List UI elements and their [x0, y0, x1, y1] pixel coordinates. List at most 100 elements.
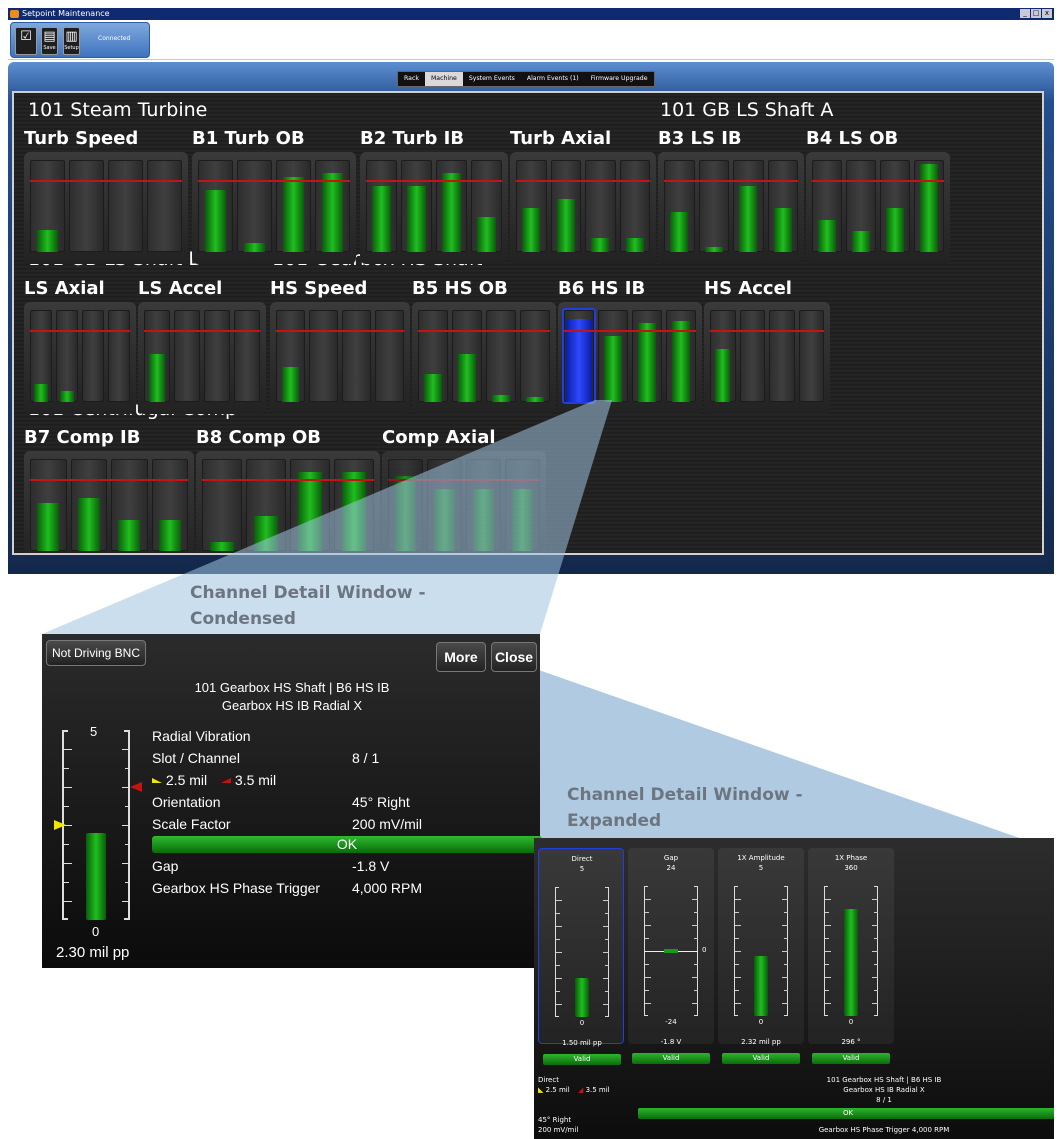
gauge-fill — [664, 949, 678, 953]
gauge-label: Direct — [571, 855, 593, 863]
gauge-scale-bottom: 0 — [758, 1018, 764, 1026]
gauge-fill — [86, 832, 106, 920]
gauge-tick — [556, 913, 560, 914]
expanded-annotation: Channel Detail Window - Expanded — [567, 785, 803, 831]
footer-scale: 200 mV/mil — [538, 1126, 579, 1134]
gauge-tick — [645, 899, 651, 900]
gauge-tick — [122, 787, 130, 788]
gauge-value: -1.8 V — [660, 1038, 682, 1046]
more-button[interactable]: More — [436, 642, 486, 672]
gauge-tick — [556, 991, 560, 992]
gauge-tick — [825, 964, 829, 965]
gauge-scale-top: 5 — [758, 864, 764, 872]
gauge-tick — [64, 844, 69, 845]
gauge-value: 296 ° — [841, 1038, 861, 1046]
expanded-gauge-panel[interactable]: 1X Phase 360 0 296 ° Valid — [808, 848, 894, 1064]
bnc-button[interactable]: Not Driving BNC — [46, 640, 146, 666]
gauge-tick — [556, 926, 562, 927]
gauge-status: Valid — [722, 1053, 800, 1064]
gauge-tick — [735, 912, 739, 913]
gauge-status: Valid — [632, 1053, 710, 1064]
gauge-tick — [825, 990, 829, 991]
gauge-tick — [735, 964, 739, 965]
scale-bottom-label: 0 — [92, 924, 100, 939]
expanded-gauge — [808, 886, 894, 1016]
gauge-tick — [122, 863, 130, 864]
scale-factor-value: 200 mV/mil — [352, 816, 423, 832]
expanded-gauge — [718, 886, 804, 1016]
gauge-tick — [825, 912, 829, 913]
gauge-tick — [784, 964, 788, 965]
scale-factor-label: Scale Factor — [152, 816, 231, 832]
gauge-value: 1.50 mil pp — [562, 1039, 602, 1047]
gauge-tick — [872, 925, 878, 926]
gauge-tick — [872, 951, 878, 952]
gauge-scale-top: 24 — [666, 864, 676, 872]
footer-measure: Direct — [538, 1076, 559, 1084]
gauge-tick — [64, 787, 72, 788]
gauge-label: 1X Amplitude — [737, 854, 785, 862]
gauge-tick — [603, 900, 609, 901]
danger-flag-icon — [221, 778, 232, 783]
slot-label: Slot / Channel — [152, 750, 240, 766]
gauge-tick — [872, 977, 878, 978]
gauge-tick — [782, 1003, 788, 1004]
expanded-gauge: 0 — [628, 886, 714, 1016]
gauge-tick — [694, 990, 698, 991]
alert-flag-icon — [152, 778, 162, 783]
gauge-tick — [64, 863, 72, 864]
gauge-tick — [125, 844, 130, 845]
gauge-tick — [603, 978, 609, 979]
gauge-tick — [645, 964, 649, 965]
gauge-tick — [782, 925, 788, 926]
footer-slot: 8 / 1 — [876, 1096, 892, 1104]
gauge-tick — [694, 912, 698, 913]
orientation-value: 45° Right — [352, 794, 410, 810]
gauge-label: Gap — [663, 854, 679, 862]
gauge-tick — [874, 912, 878, 913]
gauge-tick — [645, 925, 651, 926]
gauge-tick — [782, 951, 788, 952]
alert-setpoint: 2.5 mil — [165, 772, 208, 788]
gauge-tick — [825, 977, 831, 978]
gauge-tick — [735, 977, 741, 978]
close-button[interactable]: Close — [491, 642, 537, 672]
reading-value: 2.30 mil pp — [56, 944, 130, 961]
gauge-tick — [784, 990, 788, 991]
gauge-tick — [603, 926, 609, 927]
trigger-value: 4,000 RPM — [352, 880, 423, 896]
danger-flag-icon — [130, 782, 142, 792]
expanded-gauge-panel[interactable]: Gap 24 -24 -1.8 V Valid 0 — [628, 848, 714, 1064]
gauge-tick — [874, 964, 878, 965]
gauge-tick — [825, 951, 831, 952]
gauge-fill — [575, 978, 589, 1017]
gauge-tick — [556, 939, 560, 940]
gauge-tick — [692, 977, 698, 978]
gauge-tick — [125, 768, 130, 769]
gauge-tick — [603, 1004, 609, 1005]
gauge-tick — [694, 964, 698, 965]
gauge-tick — [645, 977, 651, 978]
alert-flag-icon: ◣ — [538, 1086, 544, 1094]
trigger-label: Gearbox HS Phase Trigger — [152, 880, 321, 896]
expanded-gauge-panel[interactable]: 1X Amplitude 5 0 2.32 mil pp Valid — [718, 848, 804, 1064]
gauge-tick — [605, 939, 609, 940]
footer-subtitle: Gearbox HS IB Radial X — [843, 1086, 925, 1094]
status-bar: OK — [152, 836, 542, 853]
expanded-gauge-panel[interactable]: Direct 5 0 1.50 mil pp Valid — [538, 848, 625, 1065]
gauge-tick — [735, 899, 741, 900]
gauge-value: 2.32 mil pp — [741, 1038, 781, 1046]
gauge-tick — [64, 749, 72, 750]
gauge-tick — [645, 990, 649, 991]
gauge-scale-bottom: 0 — [848, 1018, 854, 1026]
gauge-tick — [605, 913, 609, 914]
gauge-tick — [645, 912, 649, 913]
channel-title: 101 Gearbox HS Shaft | B6 HS IB — [194, 680, 390, 695]
expanded-gauge — [539, 887, 625, 1017]
gauge-tick — [605, 991, 609, 992]
gauge-tick — [735, 925, 741, 926]
gauge-tick — [735, 938, 739, 939]
gap-label: Gap — [152, 858, 179, 874]
vibration-gauge — [54, 730, 142, 920]
gauge-tick — [64, 901, 72, 902]
